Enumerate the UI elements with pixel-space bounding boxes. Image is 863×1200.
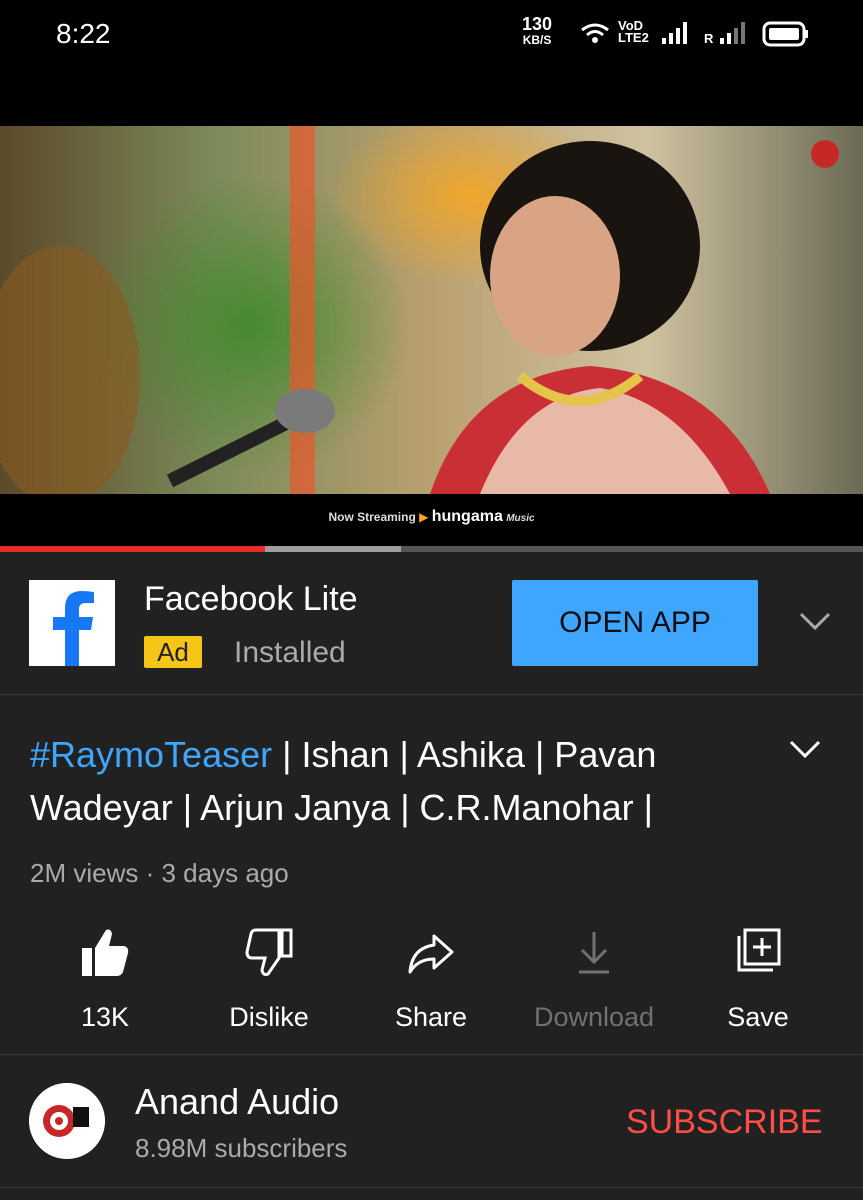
subscriber-count: 8.98M subscribers — [135, 1133, 348, 1163]
roaming-label: R — [704, 31, 714, 46]
signal-icon-2 — [719, 22, 745, 44]
streaming-banner: Now Streaming ▶ hungama Music — [0, 508, 863, 526]
expand-description-chevron-icon[interactable] — [788, 738, 822, 760]
meta-separator: · — [145, 858, 155, 888]
action-bar: 13K Dislike Share Download Save — [0, 918, 863, 1055]
video-thumbnail — [0, 126, 863, 494]
video-player[interactable]: Now Streaming ▶ hungama Music — [0, 126, 863, 546]
share-button[interactable]: Share — [351, 918, 511, 1033]
channel-row[interactable]: Anand Audio 8.98M subscribers SUBSCRIBE — [0, 1055, 863, 1188]
network-speed-unit: KB/S — [522, 33, 552, 47]
add-to-playlist-icon — [737, 928, 781, 972]
ad-badge: Ad — [144, 636, 202, 668]
volte-sub-label: LTE2 — [618, 30, 649, 45]
video-meta: 2M views · 3 days ago — [30, 858, 289, 889]
signal-icon — [662, 22, 687, 44]
ad-row[interactable]: Facebook Lite Ad Installed OPEN APP — [0, 552, 863, 695]
network-speed: 130 KB/S — [522, 14, 553, 48]
video-lower-banner: Now Streaming ▶ hungama Music — [0, 494, 863, 546]
like-count: 13K — [80, 1002, 130, 1032]
thumbs-up-icon — [82, 929, 129, 976]
save-button[interactable]: Save — [678, 918, 838, 1033]
thumbs-down-icon — [245, 928, 293, 976]
share-icon — [408, 934, 454, 974]
download-icon — [579, 932, 609, 974]
like-button[interactable]: 13K — [25, 918, 185, 1033]
play-icon: ▶ — [419, 510, 429, 524]
facebook-logo-icon[interactable] — [29, 580, 115, 666]
streaming-brand: hungama — [431, 508, 503, 525]
channel-avatar[interactable] — [29, 1083, 105, 1159]
video-frame[interactable] — [0, 126, 863, 494]
title-hashtag[interactable]: #RaymoTeaser — [30, 734, 272, 775]
ad-install-status: Installed — [234, 636, 346, 669]
video-title[interactable]: #RaymoTeaser | Ishan | Ashika | Pavan Wa… — [30, 728, 760, 834]
roaming-signal: R — [704, 20, 748, 46]
dislike-label: Dislike — [229, 1002, 309, 1032]
chevron-down-icon[interactable] — [798, 610, 832, 632]
channel-name[interactable]: Anand Audio — [135, 1081, 339, 1123]
battery-icon — [762, 21, 808, 47]
open-app-button[interactable]: OPEN APP — [512, 580, 758, 666]
wifi-icon — [581, 23, 609, 43]
clock: 8:22 — [56, 18, 111, 49]
upload-age: 3 days ago — [161, 858, 289, 888]
anand-audio-logo-icon — [29, 1083, 105, 1159]
streaming-text: Now Streaming — [328, 510, 416, 524]
share-label: Share — [394, 1002, 468, 1032]
subscribe-button[interactable]: SUBSCRIBE — [626, 1103, 823, 1142]
download-button[interactable]: Download — [514, 918, 674, 1033]
save-label: Save — [727, 1002, 789, 1032]
volte-indicator: VoD LTE2 — [618, 19, 649, 45]
ad-app-name[interactable]: Facebook Lite — [144, 580, 358, 619]
download-label: Download — [533, 1002, 655, 1032]
network-speed-value: 130 — [522, 14, 553, 34]
streaming-brand-suffix: Music — [506, 513, 535, 524]
dislike-button[interactable]: Dislike — [189, 918, 349, 1033]
status-bar: 8:22 130 KB/S VoD LTE2 R — [0, 0, 863, 126]
view-count: 2M views — [30, 858, 139, 888]
